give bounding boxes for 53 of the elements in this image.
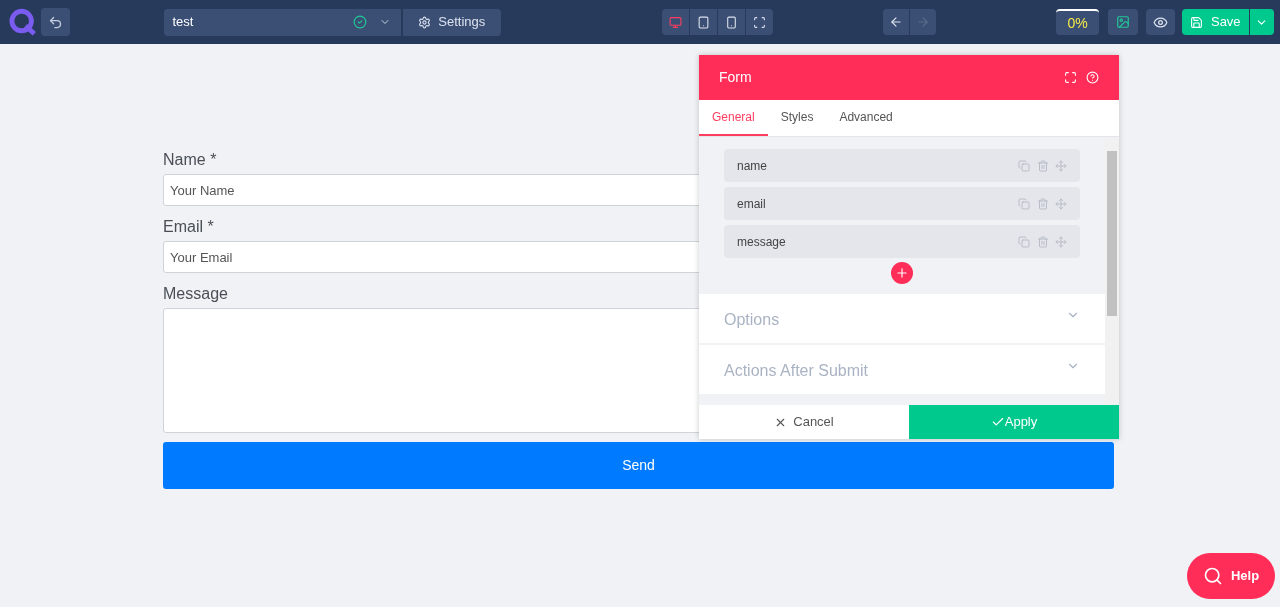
add-field-button[interactable]	[891, 262, 913, 284]
arrow-right-icon	[915, 15, 930, 29]
scrollbar[interactable]	[1105, 137, 1119, 405]
save-options-button[interactable]	[1249, 9, 1274, 35]
form-field-item[interactable]: name	[724, 149, 1080, 182]
check-circle-icon	[353, 15, 367, 29]
image-icon	[1116, 15, 1131, 29]
plus-icon	[895, 266, 909, 280]
check-icon	[990, 415, 1005, 429]
tablet-icon	[696, 15, 710, 29]
field-label: Name *	[163, 150, 217, 170]
expand-icon[interactable]	[1064, 71, 1077, 84]
undo-button[interactable]	[41, 8, 71, 36]
field-label: Email *	[163, 217, 214, 237]
page-name-field[interactable]: test	[164, 8, 401, 36]
panel-tab[interactable]: Styles	[767, 100, 827, 136]
help-button[interactable]: Help	[1187, 553, 1275, 599]
settings-button[interactable]: Settings	[403, 8, 501, 36]
gear-icon	[418, 15, 432, 29]
panel-tab[interactable]: General	[699, 100, 768, 136]
mobile-icon	[724, 15, 738, 29]
panel-title: Form	[719, 68, 753, 87]
send-button[interactable]: Send	[163, 442, 1114, 489]
help-icon[interactable]	[1086, 71, 1099, 84]
field-label: Message	[163, 284, 228, 304]
arrow-left-icon	[888, 15, 903, 29]
desktop-view-button[interactable]	[661, 9, 689, 35]
move-icon[interactable]	[1055, 235, 1067, 248]
fullscreen-view-button[interactable]	[745, 9, 773, 35]
eye-icon	[1152, 14, 1168, 30]
cancel-button[interactable]: Cancel	[699, 405, 909, 439]
media-button[interactable]	[1108, 9, 1138, 35]
form-field-item[interactable]: email	[724, 187, 1080, 220]
field-item-name: name	[737, 157, 769, 175]
delete-icon[interactable]	[1037, 235, 1049, 248]
tablet-view-button[interactable]	[689, 9, 717, 35]
desktop-icon	[668, 15, 682, 29]
duplicate-icon[interactable]	[1018, 235, 1030, 248]
delete-icon[interactable]	[1037, 159, 1049, 172]
progress-indicator: 0%	[1055, 9, 1100, 35]
panel-tab[interactable]: Advanced	[826, 100, 906, 136]
duplicate-icon[interactable]	[1018, 159, 1030, 172]
delete-icon[interactable]	[1037, 197, 1049, 210]
mobile-view-button[interactable]	[717, 9, 745, 35]
undo-icon	[48, 14, 64, 30]
back-button[interactable]	[882, 9, 909, 35]
move-icon[interactable]	[1055, 159, 1067, 172]
duplicate-icon[interactable]	[1018, 197, 1030, 210]
fullscreen-icon	[752, 15, 766, 29]
form-field-item[interactable]: message	[724, 225, 1080, 258]
move-icon[interactable]	[1055, 197, 1067, 210]
preview-button[interactable]	[1145, 9, 1175, 35]
search-icon	[1202, 566, 1223, 586]
